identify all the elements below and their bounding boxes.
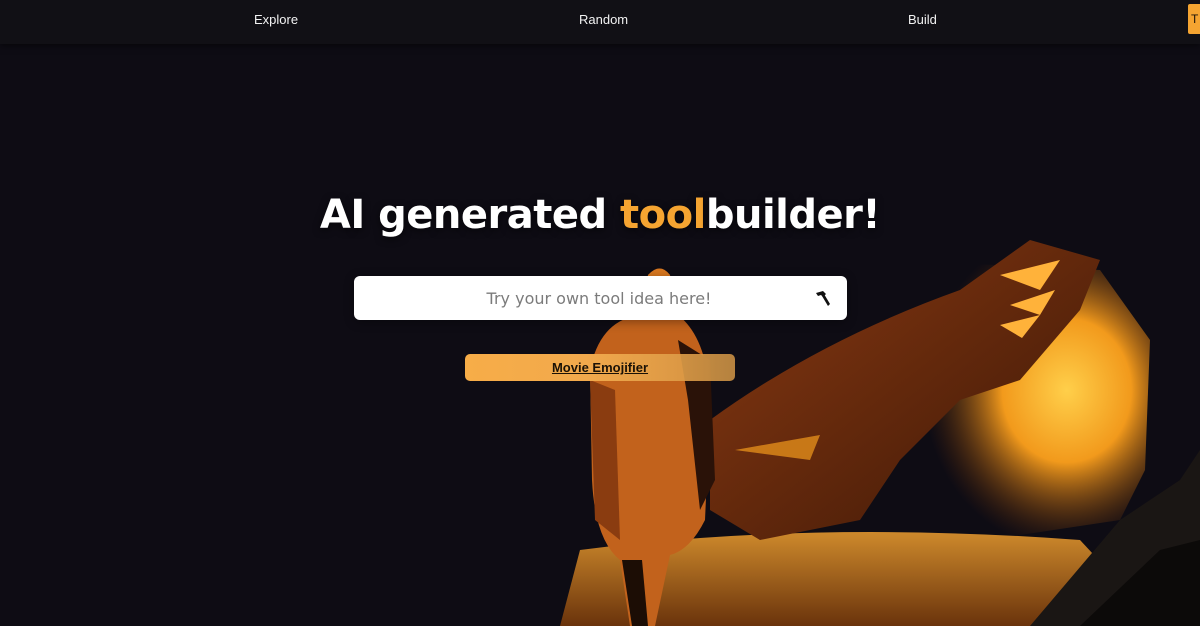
- hammer-icon[interactable]: [814, 289, 832, 307]
- top-nav: Explore Random Build T: [0, 0, 1200, 44]
- hero-title-part1: AI generated: [319, 192, 621, 238]
- nav-explore[interactable]: Explore: [254, 12, 298, 27]
- tool-idea-input[interactable]: [354, 276, 804, 320]
- nav-cta-button[interactable]: T: [1188, 4, 1200, 34]
- hero-title-part2: builder!: [705, 192, 881, 238]
- hero-title-accent: tool: [620, 192, 706, 238]
- suggestion-chip-movie-emojifier[interactable]: Movie Emojifier: [465, 354, 735, 381]
- nav-build[interactable]: Build: [908, 12, 937, 27]
- nav-random[interactable]: Random: [579, 12, 628, 27]
- hero-title: AI generated toolbuilder!: [0, 192, 1200, 238]
- tool-idea-search: [354, 276, 847, 320]
